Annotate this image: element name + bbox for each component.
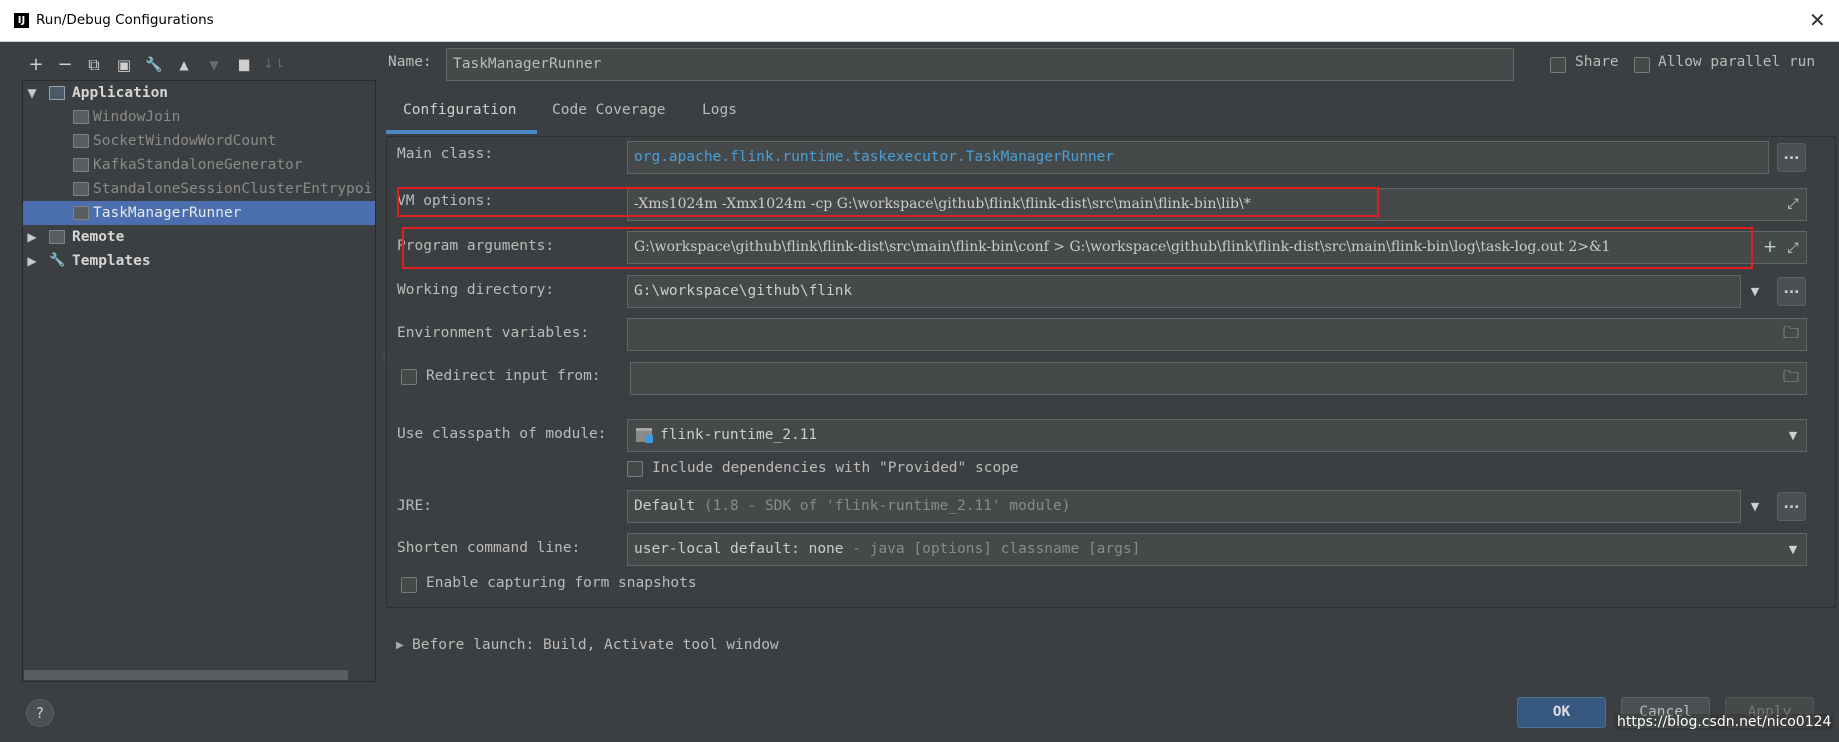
allow-parallel-checkbox[interactable] xyxy=(1634,57,1650,73)
close-icon[interactable]: ✕ xyxy=(1809,9,1826,31)
annotation-box-program-arguments xyxy=(402,227,1753,269)
enable-capturing-label: Enable capturing form snapshots xyxy=(426,575,697,591)
jre-hint: (1.8 - SDK of 'flink-runtime_2.11' modul… xyxy=(703,498,1071,514)
before-launch-label[interactable]: Before launch: Build, Activate tool wind… xyxy=(412,637,779,653)
help-button[interactable]: ? xyxy=(26,699,54,727)
tree-item-kafkastandalonegenerator[interactable]: KafkaStandaloneGenerator xyxy=(23,153,375,177)
tree-label: KafkaStandaloneGenerator xyxy=(93,157,303,173)
share-checkbox[interactable] xyxy=(1550,57,1566,73)
config-toolbar: + − ⧉ ▣ 🔧 ▲ ▼ ▆ ↓⇂ xyxy=(22,52,382,78)
tree-item-windowjoin[interactable]: WindowJoin xyxy=(23,105,375,129)
window-title: Run/Debug Configurations xyxy=(36,12,214,28)
tree-item-standalonesessioncluster[interactable]: StandaloneSessionClusterEntrypoi xyxy=(23,177,375,201)
window-title-bar: IJ Run/Debug Configurations ✕ xyxy=(0,0,1839,42)
tree-horizontal-scrollbar[interactable] xyxy=(24,670,348,680)
jre-value: Default xyxy=(634,498,696,514)
add-icon[interactable]: + xyxy=(22,52,50,78)
application-icon xyxy=(49,86,65,100)
environment-variables-input[interactable] xyxy=(627,318,1807,351)
tree-label: SocketWindowWordCount xyxy=(93,133,277,149)
include-dependencies-checkbox[interactable] xyxy=(627,461,643,477)
classpath-select[interactable]: flink-runtime_2.11 xyxy=(627,419,1807,452)
main-class-label: Main class: xyxy=(397,146,494,162)
allow-parallel-label: Allow parallel run xyxy=(1658,54,1816,70)
environment-variables-label: Environment variables: xyxy=(397,325,590,341)
annotation-box-vm-options xyxy=(397,187,1379,217)
module-badge-icon xyxy=(645,435,653,443)
configuration-tree: ▼ Application WindowJoin SocketWindowWor… xyxy=(22,80,376,682)
collapsed-arrow-icon[interactable]: ▶ xyxy=(25,225,39,249)
chevron-down-icon[interactable]: ▼ xyxy=(1780,429,1806,442)
chevron-down-icon[interactable]: ▼ xyxy=(1780,543,1806,556)
browse-working-directory-button[interactable]: ... xyxy=(1777,277,1806,306)
redirect-input-label: Redirect input from: xyxy=(426,368,601,384)
wrench-icon[interactable]: 🔧 xyxy=(140,52,168,78)
tab-logs[interactable]: Logs xyxy=(702,92,737,134)
tree-label: StandaloneSessionClusterEntrypoi xyxy=(93,181,373,197)
ok-button[interactable]: OK xyxy=(1517,697,1606,728)
run-config-icon xyxy=(73,206,89,220)
main-class-input[interactable]: org.apache.flink.runtime.taskexecutor.Ta… xyxy=(627,141,1769,174)
remote-icon xyxy=(49,230,65,244)
copy-icon[interactable]: ⧉ xyxy=(80,52,108,78)
tree-item-taskmanagerrunner[interactable]: TaskManagerRunner xyxy=(23,201,375,225)
tree-item-socketwindowwordcount[interactable]: SocketWindowWordCount xyxy=(23,129,375,153)
browse-jre-button[interactable]: ... xyxy=(1777,492,1806,521)
arrow-down-icon[interactable]: ▼ xyxy=(200,52,228,78)
include-dependencies-label: Include dependencies with "Provided" sco… xyxy=(652,460,1019,476)
run-config-icon xyxy=(73,158,89,172)
tab-configuration[interactable]: Configuration xyxy=(386,92,537,134)
remove-icon[interactable]: − xyxy=(51,52,79,78)
tab-bar: Configuration Code Coverage Logs xyxy=(386,92,1836,134)
name-label: Name: xyxy=(388,54,432,70)
tab-code-coverage[interactable]: Code Coverage xyxy=(552,92,666,134)
tree-label: Templates xyxy=(72,253,151,269)
chevron-down-icon[interactable]: ▼ xyxy=(1742,500,1768,513)
tree-node-application[interactable]: ▼ Application xyxy=(23,81,375,105)
save-icon[interactable]: ▣ xyxy=(110,52,138,78)
jre-select[interactable]: Default (1.8 - SDK of 'flink-runtime_2.1… xyxy=(627,490,1741,523)
enable-capturing-checkbox[interactable] xyxy=(401,577,417,593)
arrow-up-icon[interactable]: ▲ xyxy=(170,52,198,78)
folder-add-icon[interactable]: ▆ xyxy=(230,52,258,78)
name-input[interactable]: TaskManagerRunner xyxy=(446,48,1514,81)
expanded-arrow-icon[interactable]: ▼ xyxy=(25,81,39,105)
app-icon: IJ xyxy=(14,13,29,28)
run-config-icon xyxy=(73,110,89,124)
chevron-down-icon[interactable]: ▼ xyxy=(1742,285,1768,298)
tree-label: Application xyxy=(72,85,169,101)
working-directory-label: Working directory: xyxy=(397,282,555,298)
before-launch-arrow-icon[interactable]: ▶ xyxy=(396,640,404,651)
tree-node-templates[interactable]: ▶ 🔧 Templates xyxy=(23,249,375,273)
redirect-input-checkbox[interactable] xyxy=(401,369,417,385)
shorten-hint: - java [options] classname [args] xyxy=(852,541,1141,557)
tree-label: WindowJoin xyxy=(93,109,181,125)
run-config-icon xyxy=(73,182,89,196)
watermark: https://blog.csdn.net/nico0124 xyxy=(1615,714,1834,730)
folder-icon[interactable]: 🗀 xyxy=(1778,322,1804,349)
expand-icon[interactable]: ⤢ xyxy=(1780,240,1806,256)
folder-icon[interactable]: 🗀 xyxy=(1778,366,1804,393)
jre-label: JRE: xyxy=(397,498,432,514)
tree-label: Remote xyxy=(72,229,125,245)
classpath-value: flink-runtime_2.11 xyxy=(660,427,818,443)
tree-label: TaskManagerRunner xyxy=(93,205,242,221)
collapsed-arrow-icon[interactable]: ▶ xyxy=(25,249,39,273)
sort-icon[interactable]: ↓⇂ xyxy=(260,52,288,78)
share-label: Share xyxy=(1575,54,1619,70)
tree-node-remote[interactable]: ▶ Remote xyxy=(23,225,375,249)
shorten-command-select[interactable]: user-local default: none - java [options… xyxy=(627,533,1807,566)
classpath-label: Use classpath of module: xyxy=(397,426,607,442)
shorten-value: user-local default: none xyxy=(634,541,844,557)
run-config-icon xyxy=(73,134,89,148)
browse-main-class-button[interactable]: ... xyxy=(1777,143,1806,172)
working-directory-input[interactable]: G:\workspace\github\flink xyxy=(627,275,1741,308)
shorten-command-label: Shorten command line: xyxy=(397,540,581,556)
redirect-input-field[interactable] xyxy=(630,362,1807,395)
expand-icon[interactable]: ⤢ xyxy=(1780,196,1806,212)
panel-splitter[interactable]: ⋮ xyxy=(379,355,389,380)
wrench-icon: 🔧 xyxy=(49,253,66,268)
